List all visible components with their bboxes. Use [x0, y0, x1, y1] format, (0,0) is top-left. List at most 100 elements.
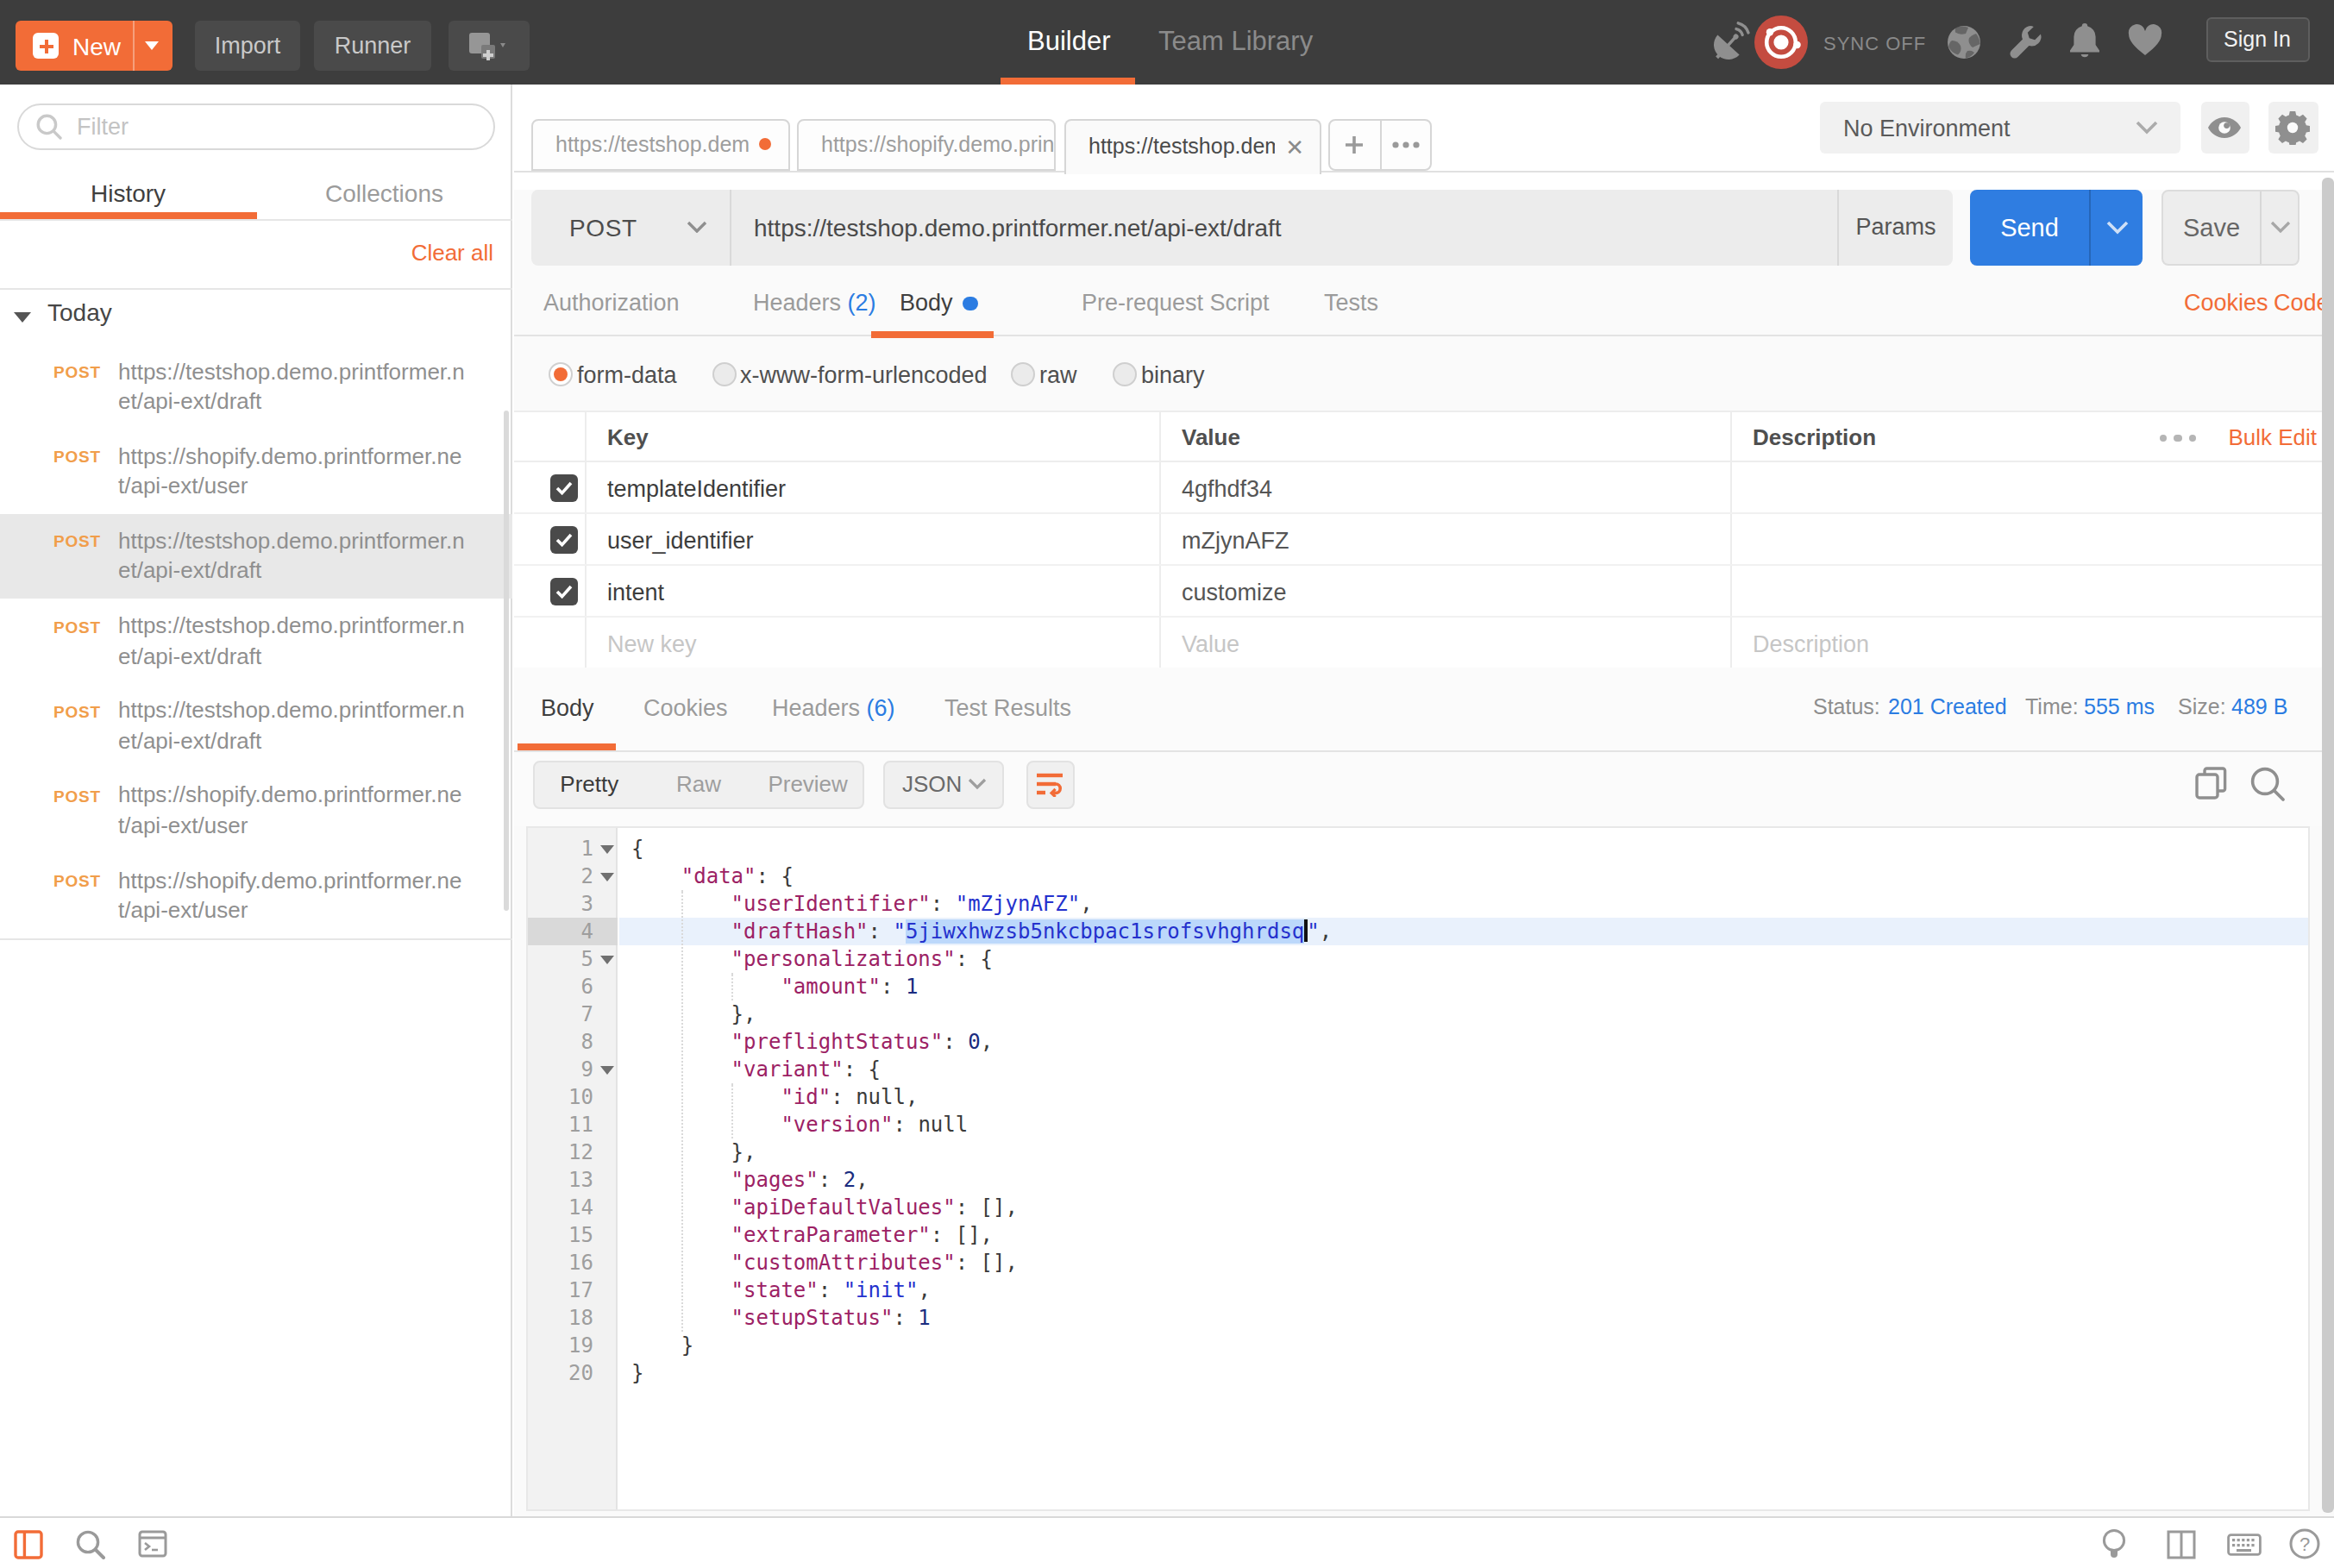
code-line[interactable]: "draftHash": "5jiwxhwzsb5nkcbpac1srofsvh…: [619, 918, 2308, 945]
runner-button[interactable]: Runner: [314, 21, 431, 71]
sign-in-button[interactable]: Sign In: [2205, 16, 2309, 61]
tab-headers[interactable]: Headers (2): [753, 290, 876, 316]
response-body-editor[interactable]: 1234567891011121314151617181920 { "data"…: [526, 826, 2310, 1511]
code-line[interactable]: },: [619, 1000, 2308, 1028]
word-wrap-button[interactable]: [1026, 760, 1075, 808]
new-description-input[interactable]: Description: [1753, 630, 1869, 656]
save-button-main[interactable]: Save: [2163, 191, 2260, 263]
fold-arrow-icon[interactable]: [599, 872, 613, 881]
tab-pre-request-script[interactable]: Pre-request Script: [1082, 290, 1270, 316]
filter-input[interactable]: Filter: [16, 103, 494, 150]
close-tab-icon[interactable]: ✕: [1285, 134, 1304, 160]
value-cell[interactable]: mZjynAFZ: [1182, 527, 1289, 553]
code-line[interactable]: "personalizations": {: [619, 945, 2308, 973]
keyboard-shortcuts-icon[interactable]: [2227, 1533, 2262, 1555]
url-input[interactable]: https://testshop.demo.printformer.net/ap…: [731, 190, 1839, 265]
history-item[interactable]: POSThttps://testshop.demo.printformer.ne…: [0, 684, 512, 768]
history-item[interactable]: POSThttps://testshop.demo.printformer.ne…: [0, 514, 512, 599]
history-item[interactable]: POSThttps://shopify.demo.printformer.net…: [0, 853, 512, 938]
table-row[interactable]: intentcustomize: [514, 566, 2334, 618]
history-section-today[interactable]: Today: [0, 289, 512, 344]
table-row[interactable]: templateIdentifier4gfhdf34: [514, 462, 2334, 514]
import-button[interactable]: Import: [195, 21, 300, 71]
radio-binary[interactable]: [1113, 361, 1137, 386]
sidebar-scrollbar[interactable]: [503, 411, 508, 911]
view-pretty[interactable]: Pretty: [535, 762, 644, 806]
two-pane-layout-icon[interactable]: [2167, 1529, 2196, 1559]
view-raw[interactable]: Raw: [644, 762, 754, 806]
code-line[interactable]: "userIdentifier": "mZjynAFZ",: [619, 890, 2308, 918]
radio-raw[interactable]: [1011, 361, 1035, 386]
wrench-icon[interactable]: [2006, 22, 2042, 60]
radio-label-raw[interactable]: raw: [1039, 361, 1077, 387]
search-all-icon[interactable]: [76, 1529, 105, 1559]
tab-history[interactable]: History: [0, 172, 256, 214]
request-tab-1[interactable]: https://testshop.demo: [531, 118, 789, 170]
send-options-button[interactable]: [2089, 189, 2143, 265]
nav-tab-builder[interactable]: Builder: [1027, 0, 1111, 84]
clear-all-link[interactable]: Clear all: [411, 240, 493, 266]
code-line[interactable]: "pages": 2,: [619, 1166, 2308, 1194]
code-line[interactable]: "data": {: [619, 862, 2308, 890]
code-line[interactable]: "preflightStatus": 0,: [619, 1028, 2308, 1056]
postman-logo[interactable]: [1754, 15, 1808, 68]
row-checkbox[interactable]: [550, 474, 578, 502]
bulk-edit-link[interactable]: Bulk Edit: [2228, 423, 2317, 449]
history-item[interactable]: POSThttps://shopify.demo.printformer.net…: [0, 429, 512, 513]
new-tab-button[interactable]: [1330, 120, 1379, 168]
heart-icon[interactable]: [2127, 24, 2163, 57]
table-row[interactable]: user_identifier mZjynAFZ: [514, 514, 2334, 566]
code-line[interactable]: "version": null: [619, 1111, 2308, 1138]
code-line[interactable]: "id": null,: [619, 1083, 2308, 1111]
new-window-button[interactable]: [448, 21, 530, 71]
code-line[interactable]: "amount": 1: [619, 973, 2308, 1000]
search-response-icon[interactable]: [2249, 765, 2286, 801]
value-cell[interactable]: 4gfhdf34: [1182, 475, 1272, 501]
view-preview[interactable]: Preview: [753, 762, 863, 806]
send-button-main[interactable]: Send: [1970, 189, 2089, 265]
tab-authorization[interactable]: Authorization: [543, 290, 680, 316]
code-line[interactable]: },: [619, 1138, 2308, 1166]
params-button[interactable]: Params: [1839, 190, 1953, 265]
table-menu-icon[interactable]: [2152, 434, 2196, 442]
copy-icon[interactable]: [2194, 765, 2229, 800]
new-button[interactable]: New: [16, 21, 173, 71]
key-cell[interactable]: user_identifier: [607, 527, 754, 553]
row-checkbox[interactable]: [550, 526, 578, 554]
tab-body[interactable]: Body: [900, 290, 978, 316]
radio-label-binary[interactable]: binary: [1141, 361, 1205, 387]
satellite-icon[interactable]: [1710, 21, 1751, 64]
fold-arrow-icon[interactable]: [599, 955, 613, 963]
method-select[interactable]: POST: [531, 190, 731, 265]
environment-select[interactable]: No Environment: [1819, 102, 2180, 154]
response-tab-test-results[interactable]: Test Results: [944, 694, 1071, 720]
editor-code[interactable]: { "data": { "userIdentifier": "mZjynAFZ"…: [619, 835, 2308, 1387]
code-link[interactable]: Code: [2274, 290, 2330, 316]
response-tab-headers[interactable]: Headers (6): [772, 694, 895, 720]
nav-tab-team-library[interactable]: Team Library: [1158, 0, 1313, 84]
fold-arrow-icon[interactable]: [599, 1065, 613, 1074]
fold-arrow-icon[interactable]: [599, 844, 613, 853]
code-line[interactable]: "customAttributes": [],: [619, 1249, 2308, 1276]
sidebar-toggle-icon[interactable]: [14, 1529, 43, 1559]
code-line[interactable]: "extraParameter": [],: [619, 1221, 2308, 1249]
tab-collections[interactable]: Collections: [256, 172, 512, 214]
value-cell[interactable]: customize: [1182, 579, 1287, 605]
bell-icon[interactable]: [2068, 21, 2101, 60]
tab-tests[interactable]: Tests: [1324, 290, 1378, 316]
row-checkbox[interactable]: [550, 578, 578, 605]
more-tabs-button[interactable]: [1379, 120, 1430, 168]
history-item[interactable]: POSThttps://shopify.demo.printformer.net…: [0, 768, 512, 853]
response-tab-cookies[interactable]: Cookies: [643, 694, 728, 720]
code-line[interactable]: "variant": {: [619, 1056, 2308, 1083]
save-button[interactable]: Save: [2161, 189, 2299, 265]
request-tab-3-active[interactable]: https://testshop.demo ✕: [1064, 118, 1321, 173]
new-value-input[interactable]: Value: [1182, 630, 1239, 656]
radio-x-www-form-urlencoded[interactable]: [712, 361, 737, 386]
chevron-down-icon[interactable]: [145, 41, 159, 50]
new-key-input[interactable]: New key: [607, 630, 697, 656]
history-item[interactable]: POSThttps://testshop.demo.printformer.ne…: [0, 344, 512, 429]
environment-quicklook-button[interactable]: [2200, 102, 2249, 154]
request-tab-2[interactable]: https://shopify.demo.printfo: [797, 118, 1056, 170]
radio-form-data[interactable]: [549, 361, 573, 386]
